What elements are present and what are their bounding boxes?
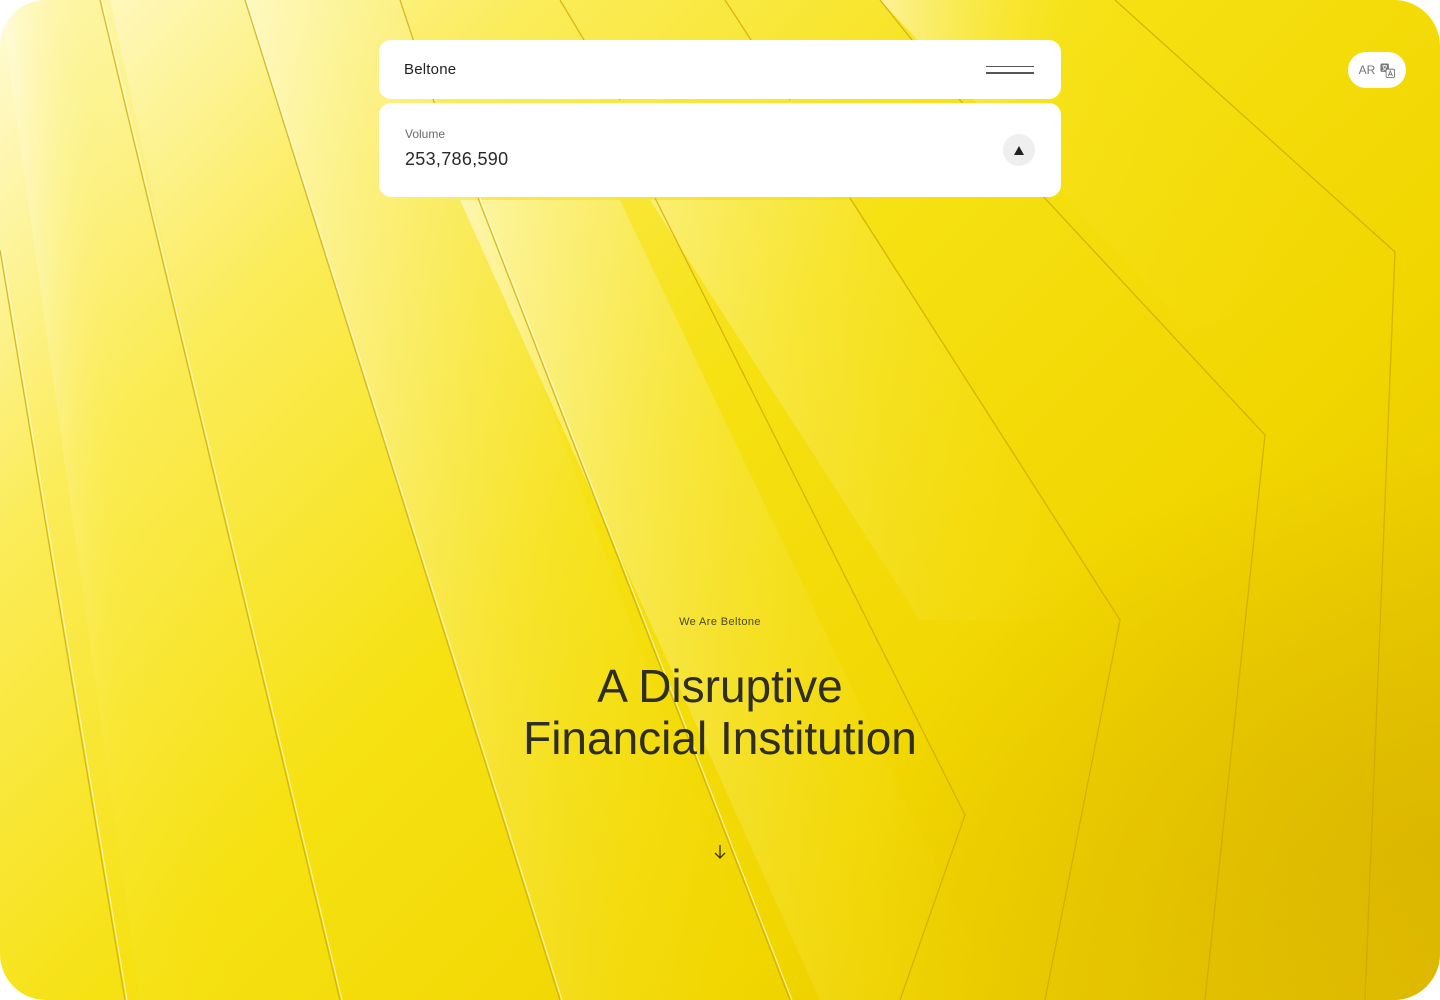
headline-line-2: Financial Institution [523,712,917,764]
hamburger-menu-icon[interactable] [986,63,1036,77]
hero-eyebrow: We Are Beltone [679,616,761,628]
menu-line [986,65,1034,67]
language-switch-button[interactable]: AR [1348,52,1406,88]
headline-line-1: A Disruptive [597,660,843,712]
hero-headline: A Disruptive Financial Institution [0,660,1440,764]
triangle-up-icon [1014,145,1024,155]
volume-value: 253,786,590 [405,149,509,169]
arrow-down-icon[interactable] [713,844,727,860]
ticker-toggle-button[interactable] [1003,134,1035,166]
translate-icon [1380,62,1396,78]
volume-label: Volume [405,127,446,141]
language-label: AR [1358,63,1376,77]
brand-logo[interactable]: Beltone [404,61,456,78]
hero-section: Beltone Volume 253,786,590 AR We Are Bel… [0,0,1440,1000]
volume-ticker-card: Volume 253,786,590 [379,103,1061,197]
top-nav-bar: Beltone [379,40,1061,99]
menu-line [986,72,1034,74]
